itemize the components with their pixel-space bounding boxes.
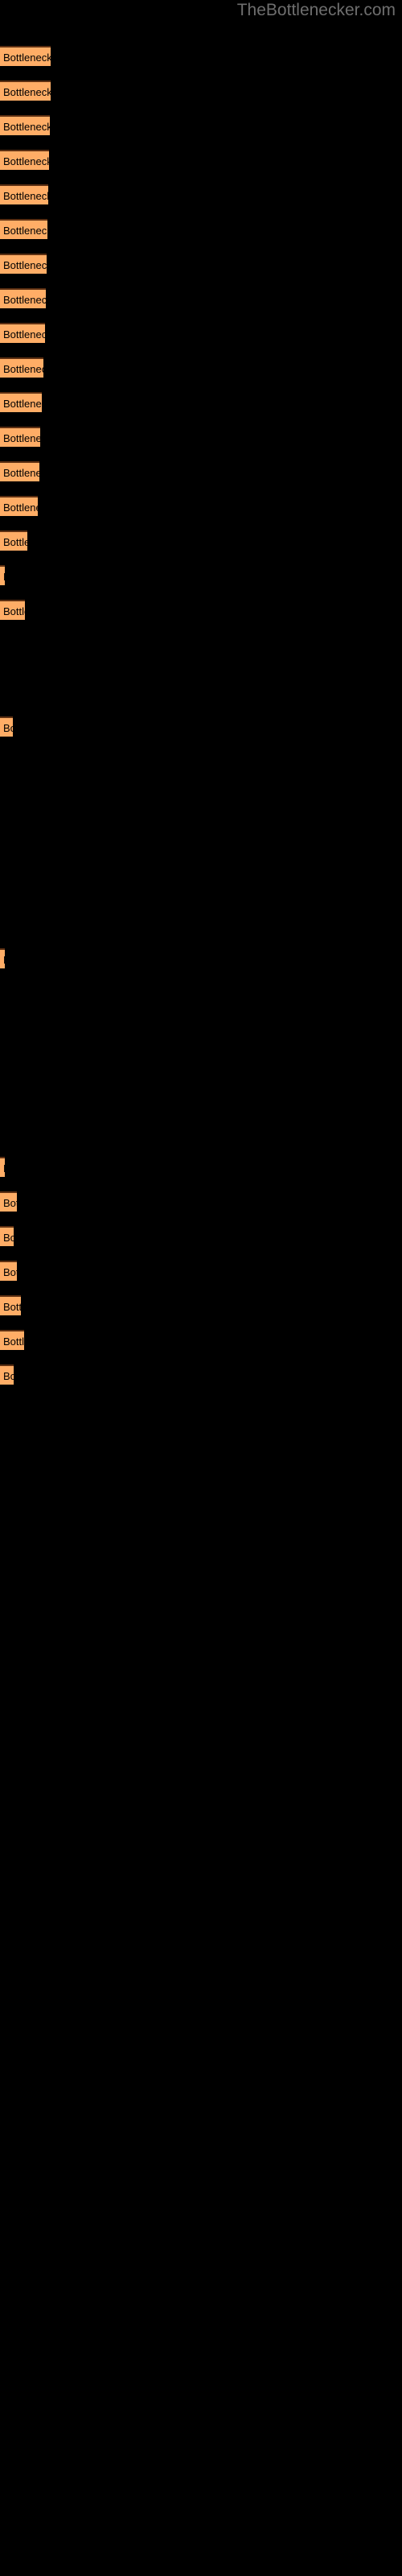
bar-label: Bottleneck result [3,950,5,968]
bar-label: Bottleneck result [3,1232,14,1244]
bar-label: Bottleneck result [3,502,38,514]
bar: Bottleneck result [0,1157,5,1177]
chart-plot-area: Bottleneck result Bottleneck result Bottle… [0,0,402,2576]
bar-label: Bottleneck result [3,1370,14,1382]
bar-label: Bottleneck result [3,294,46,306]
bar-label: Bottleneck result [3,1266,17,1278]
bar-label: Bottleneck result [3,328,45,341]
bar: Bottleneck result [0,1364,14,1385]
bar: Bottleneck result [0,565,5,585]
bar-label: Bottleneck result [3,536,27,548]
bar-label: Bottleneck result [3,363,43,375]
bar-label: Bottleneck result [3,1335,24,1348]
bar-label: Bottleneck result [3,398,42,410]
bar: Bottleneck result [0,600,25,620]
bar: Bottleneck result [0,496,38,516]
bar-label: Bottleneck result [3,1197,17,1209]
bar: Bottleneck result [0,288,46,308]
bar-label: Bottleneck result [3,86,51,98]
bottleneck-bar-chart: TheBottlenecker.com Bottleneck resultBot… [0,0,402,2576]
bar-label: Bottleneck result [3,121,50,133]
bar: Bottleneck result [0,1191,17,1212]
bar-label: Bottleneck result [3,155,49,167]
bar: Bottleneck result [0,1295,21,1315]
bar: Bottleneck result [0,427,40,447]
bar-label: Bottleneck result [3,605,25,617]
bar-label: Bottleneck result [3,567,5,585]
bar: Bottleneck result [0,1226,14,1246]
bar: Bottleneck result [0,323,45,343]
bar: Bottleneck result [0,948,5,968]
bar: Bottleneck result [0,1330,24,1350]
bar: Bottleneck result [0,115,50,135]
bar-label: Bottleneck result [3,467,39,479]
bar: Bottleneck result [0,392,42,412]
bar-label: Bottleneck result [3,52,51,64]
bar: Bottleneck result [0,1261,17,1281]
bar: Bottleneck result [0,716,13,737]
bar-label: Bottleneck result [3,722,13,734]
bar-label: Bottleneck result [3,1301,21,1313]
bar-label: Bottleneck result [3,1158,5,1177]
bar: Bottleneck result [0,461,39,481]
bar: Bottleneck result [0,357,43,378]
bar: Bottleneck result [0,254,47,274]
bar-label: Bottleneck result [3,259,47,271]
bar: Bottleneck result [0,150,49,170]
bar: Bottleneck result [0,80,51,101]
bar: Bottleneck result [0,184,48,204]
bar: Bottleneck result [0,46,51,66]
bar-label: Bottleneck result [3,225,47,237]
bar-label: Bottleneck result [3,190,48,202]
bar: Bottleneck result [0,530,27,551]
bar-label: Bottleneck result [3,432,40,444]
bar: Bottleneck result [0,219,47,239]
